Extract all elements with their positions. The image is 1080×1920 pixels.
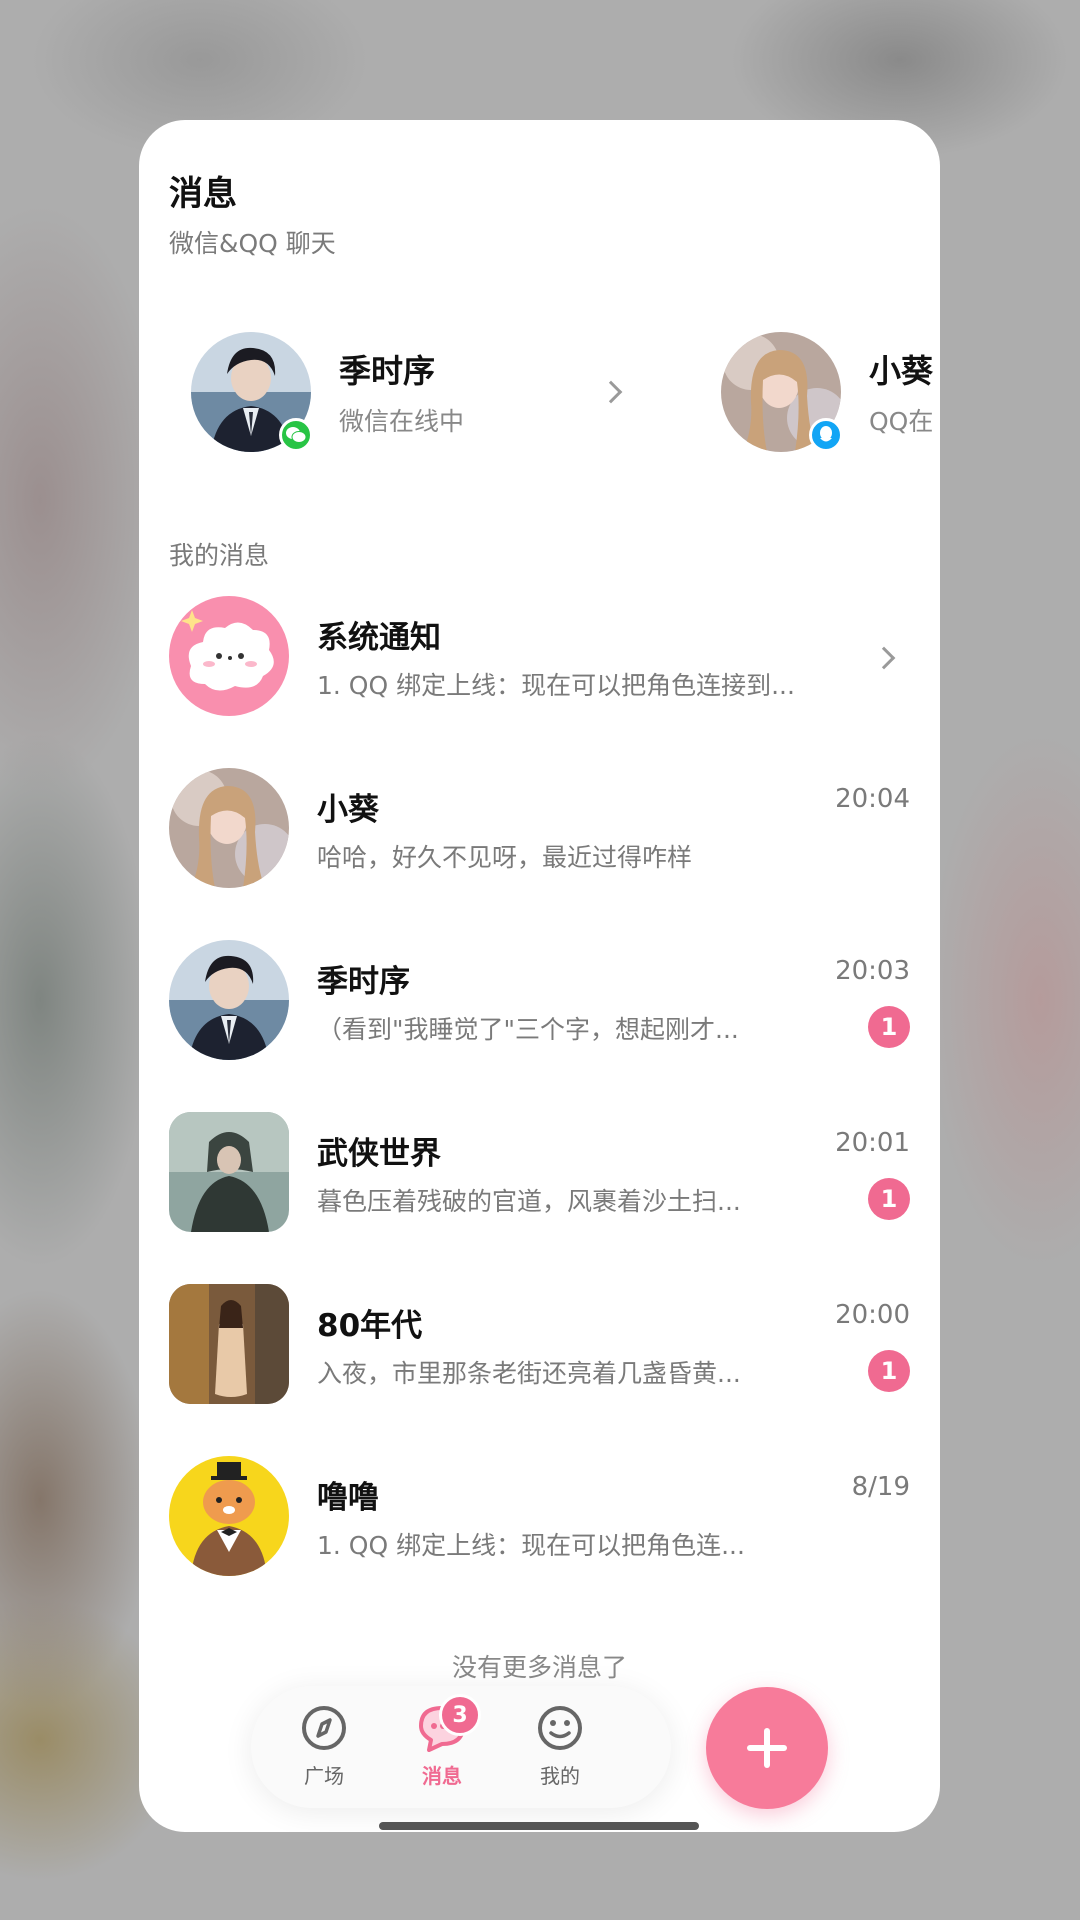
tab-mine[interactable]: 我的 <box>515 1704 605 1789</box>
smiley-icon <box>538 1706 582 1750</box>
message-time: 20:01 <box>835 1128 910 1158</box>
message-time: 20:00 <box>835 1300 910 1330</box>
bottom-tab-bar: 广场 3 消息 我的 <box>251 1686 671 1808</box>
message-row[interactable]: 季时序 （看到"我睡觉了"三个字，想起刚才... 20:03 1 <box>169 940 910 1064</box>
tab-label: 我的 <box>540 1764 580 1788</box>
message-row-system[interactable]: 系统通知 1. QQ 绑定上线：现在可以把角色连接到... <box>169 596 910 720</box>
page-title: 消息 <box>169 174 237 214</box>
no-more-messages-note: 没有更多消息了 <box>451 1653 627 1682</box>
contact-status: QQ在 <box>869 407 934 436</box>
message-preview: （看到"我睡觉了"三个字，想起刚才... <box>317 1015 739 1044</box>
tab-plaza[interactable]: 广场 <box>279 1704 369 1789</box>
message-title: 系统通知 <box>317 620 441 656</box>
message-title: 季时序 <box>317 964 410 1000</box>
avatar <box>169 768 289 888</box>
chevron-right-icon <box>872 646 896 670</box>
wechat-icon <box>279 418 313 452</box>
messages-panel: 消息 微信&QQ 聊天 季时序 微信在线中 小葵 QQ在 我的消息 系统通知 1… <box>139 120 940 1832</box>
linked-contact-card[interactable]: 季时序 微信在线中 <box>191 330 464 454</box>
unread-badge: 1 <box>868 1006 910 1048</box>
cloud-mascot-avatar <box>169 596 289 716</box>
my-messages-label: 我的消息 <box>169 541 270 570</box>
tab-label: 广场 <box>304 1764 344 1788</box>
message-preview: 1. QQ 绑定上线：现在可以把角色连接到... <box>317 671 795 700</box>
message-title: 武侠世界 <box>317 1136 441 1172</box>
message-row[interactable]: 噜噜 1. QQ 绑定上线：现在可以把角色连... 8/19 <box>169 1456 910 1580</box>
contact-status: 微信在线中 <box>339 407 465 436</box>
cat-avatar <box>169 1456 289 1576</box>
avatar <box>169 1284 289 1404</box>
message-time: 20:04 <box>835 784 910 814</box>
message-time: 8/19 <box>851 1472 910 1502</box>
qq-icon <box>809 418 843 452</box>
message-preview: 暮色压着残破的官道，风裹着沙土扫... <box>317 1187 741 1216</box>
compass-icon <box>302 1706 346 1750</box>
unread-count-badge: 3 <box>439 1694 481 1736</box>
contact-name: 小葵 <box>869 352 934 390</box>
message-preview: 哈哈，好久不见呀，最近过得咋样 <box>317 843 693 872</box>
message-title: 噜噜 <box>317 1480 379 1516</box>
avatar <box>169 1112 289 1232</box>
message-preview: 1. QQ 绑定上线：现在可以把角色连... <box>317 1531 745 1560</box>
message-row[interactable]: 80年代 入夜，市里那条老街还亮着几盏昏黄... 20:00 1 <box>169 1284 910 1408</box>
chevron-right-icon[interactable] <box>599 380 623 404</box>
message-row[interactable]: 武侠世界 暮色压着残破的官道，风裹着沙土扫... 20:01 1 <box>169 1112 910 1236</box>
linked-chats-label: 微信&QQ 聊天 <box>169 229 336 258</box>
message-title: 小葵 <box>317 792 379 828</box>
message-preview: 入夜，市里那条老街还亮着几盏昏黄... <box>317 1359 741 1388</box>
tab-label: 消息 <box>422 1764 462 1788</box>
tab-messages[interactable]: 3 消息 <box>397 1694 487 1789</box>
avatar <box>169 940 289 1060</box>
message-row[interactable]: 小葵 哈哈，好久不见呀，最近过得咋样 20:04 <box>169 768 910 892</box>
unread-badge: 1 <box>868 1350 910 1392</box>
contact-name: 季时序 <box>339 352 436 390</box>
message-time: 20:03 <box>835 956 910 986</box>
add-button[interactable] <box>706 1687 828 1809</box>
unread-badge: 1 <box>868 1178 910 1220</box>
linked-contact-card[interactable]: 小葵 QQ在 <box>721 330 933 454</box>
message-title: 80年代 <box>317 1308 423 1344</box>
home-indicator[interactable] <box>379 1822 699 1830</box>
